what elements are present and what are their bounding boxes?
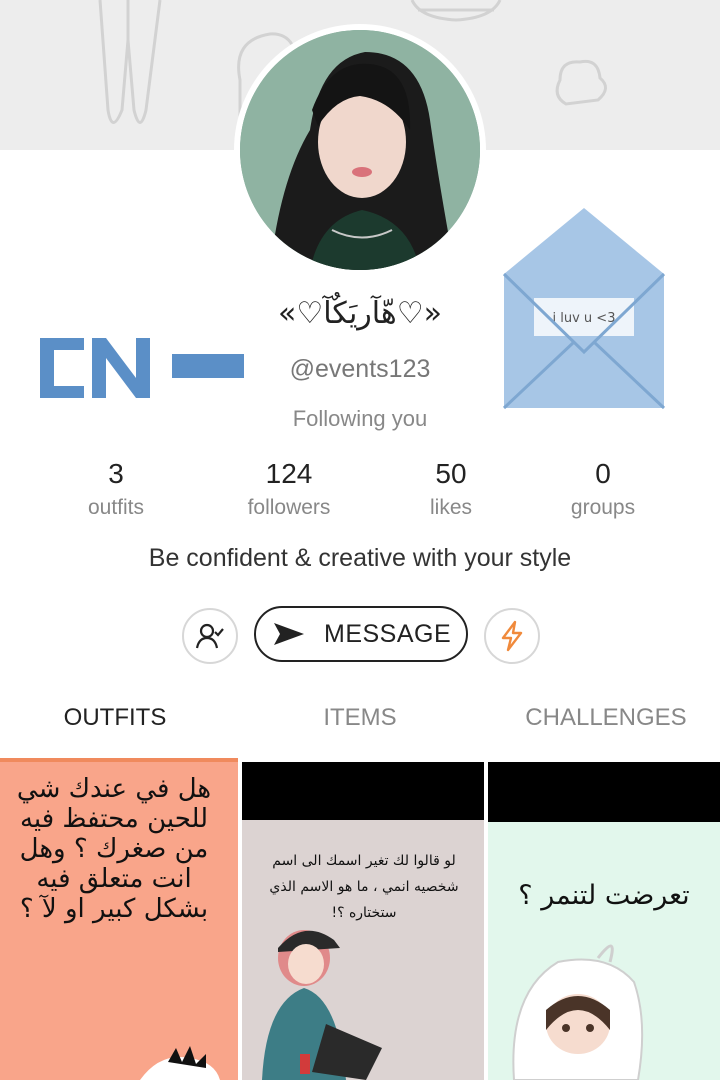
username-handle: @events123 — [289, 355, 431, 383]
decorative-hair-icon — [140, 1046, 220, 1080]
tab-items[interactable]: ITEMS — [245, 704, 475, 732]
avatar-image — [240, 30, 480, 270]
stat-label: followers — [247, 496, 331, 519]
anime-character-image — [262, 930, 382, 1080]
stat-label: outfits — [87, 496, 145, 519]
stat-label: groups — [570, 496, 636, 519]
stat-value: 50 — [435, 458, 467, 489]
message-button[interactable]: MESSAGE — [254, 606, 468, 662]
stat-groups[interactable]: 0 groups — [523, 456, 683, 520]
profile-bio: Be confident & creative with your style — [148, 544, 572, 572]
display-name: «♡هّآريَكٌآ♡» — [277, 296, 442, 331]
lightning-icon — [501, 620, 523, 652]
tab-challenges[interactable]: CHALLENGES — [490, 704, 720, 732]
stat-value: 3 — [108, 458, 124, 489]
stat-value: 0 — [595, 458, 611, 489]
bunny-character-image — [512, 944, 644, 1080]
stat-value: 124 — [265, 458, 313, 489]
stat-followers[interactable]: 124 followers — [209, 456, 369, 520]
follow-button[interactable] — [182, 608, 238, 664]
stat-label: likes — [429, 496, 472, 519]
send-icon — [274, 623, 304, 645]
message-button-label: MESSAGE — [324, 619, 452, 648]
outfit-card-3[interactable]: تعرضت لتنمر ؟ — [488, 762, 720, 1080]
boost-button[interactable] — [484, 608, 540, 664]
stat-likes[interactable]: 50 likes — [371, 456, 531, 520]
outfit-card-2[interactable]: لو قالوا لك تغير اسمك الى اسم شخصيه انمي… — [242, 762, 484, 1080]
follow-status: Following you — [292, 406, 428, 431]
tab-outfits[interactable]: OUTFITS — [0, 704, 230, 732]
profile-avatar[interactable] — [234, 24, 486, 276]
outfit-card-1[interactable]: هل في عندك شي للحين محتفظ فيه من صغرك ؟ … — [0, 762, 238, 1080]
user-check-icon — [195, 623, 224, 649]
stat-outfits[interactable]: 3 outfits — [36, 456, 196, 520]
